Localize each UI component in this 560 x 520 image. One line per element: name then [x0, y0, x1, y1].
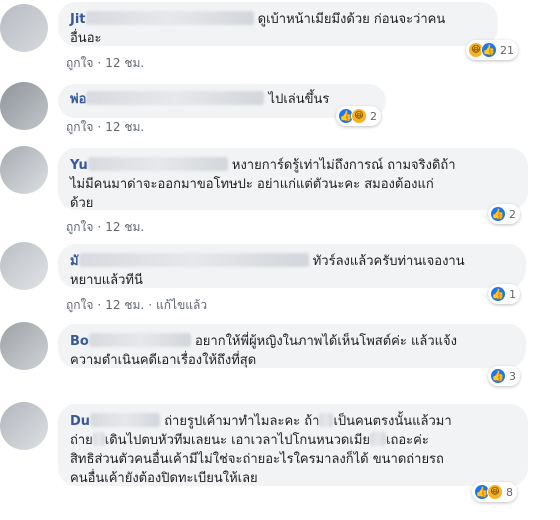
comment-text: หงายการ์ดรู้เท่าไม่ถึงการณ์ ถามจริงดิถ้า — [231, 158, 456, 173]
blurred-name — [88, 333, 191, 347]
timestamp[interactable]: 12 ชม. — [105, 56, 144, 70]
comment-text: เดินไปตบหัวทีมเลยนะ เอาเวลาไปโกนหนวดเมีย — [104, 433, 371, 448]
comment-text: ความดำเนินคดีเอาเรื่องให้ถึงที่สุด — [70, 353, 257, 368]
comment-meta: ถูกใจ · 12 ชม. — [66, 220, 145, 234]
reaction-summary[interactable]: 👍 2 — [488, 204, 520, 224]
like-icon: 👍 — [490, 368, 506, 384]
commenter-name[interactable]: Du — [70, 414, 90, 429]
comment-bubble: Yu หงายการ์ดรู้เท่าไม่ถึงการณ์ ถามจริงดิ… — [58, 148, 528, 211]
reaction-count: 1 — [509, 287, 516, 301]
comment-bubble: มั ทัวร์ลงแล้วครับท่านเจองาน หยาบแล้วทีน… — [58, 244, 526, 288]
avatar[interactable] — [0, 322, 48, 370]
reaction-summary[interactable]: 👍 1 — [488, 284, 520, 304]
comment-text: เป็นคนตรงนั้นแล้วมา — [333, 414, 452, 429]
reaction-count: 3 — [509, 369, 516, 383]
comment-text: หยาบแล้วทีนี — [70, 273, 143, 288]
like-link[interactable]: ถูกใจ — [66, 56, 93, 70]
like-icon: 👍 — [490, 286, 506, 302]
comment-text: ไปเล่นขึ้นร — [268, 92, 330, 107]
comment-text: ทัวร์ลงแล้วครับท่านเจองาน — [312, 254, 465, 269]
blurred-text — [370, 432, 387, 446]
comment-meta: ถูกใจ · 12 ชม. · แก้ไขแล้ว — [66, 298, 208, 312]
comment-bubble: Bo อยากให้พี่ผู้หญิงในภาพได้เห็นโพสต์ค่ะ… — [58, 324, 526, 368]
comment-text: สิทธิส่วนตัวคนอื่นเค้ามีไม่ใช่จะถ่ายอะไร… — [70, 452, 444, 467]
comment-text: ไม่มีคนมาด่าจะออกมาขอโทษปะ อย่าแก่แต่ตัว… — [70, 177, 434, 192]
like-link[interactable]: ถูกใจ — [66, 220, 93, 234]
commenter-name[interactable]: Yu — [70, 158, 88, 173]
commenter-name[interactable]: Bo — [70, 334, 89, 349]
reaction-summary[interactable]: 👍 3 — [488, 366, 520, 386]
reaction-count: 21 — [500, 43, 514, 57]
comment-text: ด้วย — [70, 196, 94, 211]
avatar[interactable] — [0, 82, 48, 130]
comment-text: อื่นอะ — [70, 31, 102, 46]
blurred-text — [92, 432, 105, 446]
commenter-name[interactable]: Jit — [70, 12, 86, 27]
blurred-name — [78, 253, 309, 267]
reaction-count: 2 — [509, 207, 516, 221]
reaction-summary[interactable]: 👍 😆 8 — [472, 482, 517, 502]
comment-text: เถอะค่ะ — [386, 433, 429, 448]
comment-bubble: Jit ดูเบ้าหน้าเมียมึงด้วย ก่อนจะว่าคน อื… — [58, 2, 498, 46]
like-icon: 👍 — [481, 42, 497, 58]
like-link[interactable]: ถูกใจ — [66, 120, 93, 134]
comment-text: คนอื่นเค้ายังต้องปิดทะเบียนให้เลย — [70, 471, 258, 486]
comment-text: อยากให้พี่ผู้หญิงในภาพได้เห็นโพสต์ค่ะ แล… — [194, 334, 457, 349]
haha-icon: 😆 — [351, 108, 367, 124]
avatar[interactable] — [0, 146, 48, 194]
avatar[interactable] — [0, 402, 48, 450]
timestamp[interactable]: 12 ชม. — [105, 120, 144, 134]
comment-meta: ถูกใจ · 12 ชม. — [66, 120, 145, 134]
comment-text: ถ่ายรูปเค้ามาทำไมละคะ ถ้า — [164, 414, 320, 429]
comment-meta: ถูกใจ · 12 ชม. — [66, 56, 145, 70]
edited-link[interactable]: แก้ไขแล้ว — [156, 298, 207, 312]
avatar[interactable] — [0, 242, 48, 290]
blurred-name — [86, 91, 265, 105]
reaction-summary[interactable]: 😆 👍 21 — [466, 40, 518, 60]
blurred-name — [90, 413, 161, 427]
comment-text: ถ่าย — [70, 433, 93, 448]
reaction-count: 8 — [506, 485, 513, 499]
commenter-name[interactable]: มั — [70, 254, 79, 269]
like-link[interactable]: ถูกใจ — [66, 298, 93, 312]
reaction-count: 2 — [370, 109, 377, 123]
reaction-summary[interactable]: 👍 😆 2 — [336, 106, 381, 126]
comment-text: ดูเบ้าหน้าเมียมึงด้วย ก่อนจะว่าคน — [257, 12, 446, 27]
blurred-name — [85, 11, 254, 25]
commenter-name[interactable]: พ่อ — [70, 92, 86, 107]
blurred-text — [319, 413, 334, 427]
avatar[interactable] — [0, 4, 48, 52]
timestamp[interactable]: 12 ชม. — [105, 298, 144, 312]
blurred-name — [87, 157, 228, 171]
like-icon: 👍 — [490, 206, 506, 222]
timestamp[interactable]: 12 ชม. — [105, 220, 144, 234]
haha-icon: 😆 — [487, 484, 503, 500]
comment-bubble: Du ถ่ายรูปเค้ามาทำไมละคะ ถ้า เป็นคนตรงนั้… — [58, 404, 528, 486]
